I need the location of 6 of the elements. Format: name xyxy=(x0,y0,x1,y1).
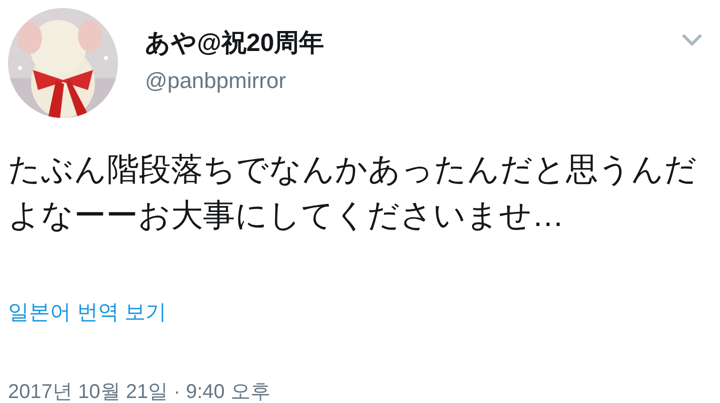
tweet-text: たぶん階段落ちでなんかあったんだと思うんだよなーーお大事にしてくださいませ… xyxy=(8,150,698,235)
author-handle[interactable]: @panbpmirror xyxy=(145,66,681,96)
translate-link[interactable]: 일본어 번역 보기 xyxy=(8,298,167,326)
timestamp: 2017년 10월 21일 · 9:40 오후 xyxy=(8,380,272,403)
author-name[interactable]: あや@祝20周年 xyxy=(145,26,681,60)
chevron-down-icon[interactable] xyxy=(681,33,703,47)
